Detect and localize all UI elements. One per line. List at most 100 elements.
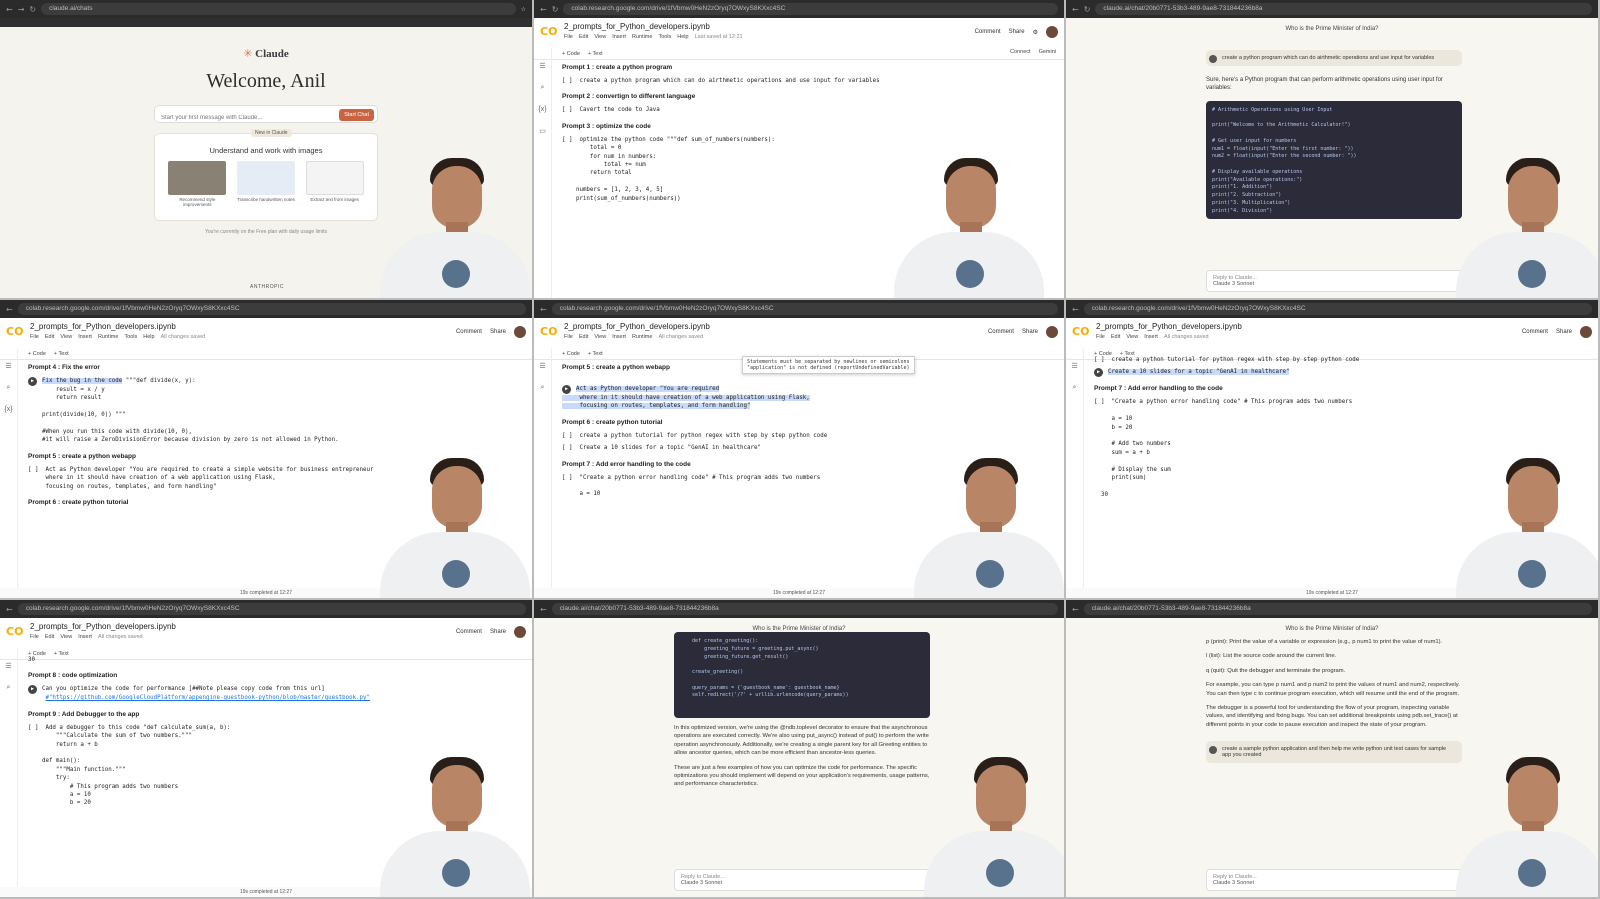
address-bar[interactable]: claude.ai/chat/20b0771-53b3-489-9ae8-731… <box>1083 603 1592 615</box>
toc-icon[interactable]: ☰ <box>0 662 17 670</box>
avatar[interactable] <box>514 326 526 338</box>
folder-icon[interactable]: ▭ <box>534 127 551 135</box>
share-button[interactable]: Share <box>1556 329 1572 335</box>
comment-button[interactable]: Comment <box>988 329 1014 335</box>
chat-title[interactable]: Who is the Prime Minister of India? <box>534 626 1064 632</box>
menu-view[interactable]: View <box>594 334 606 340</box>
menu-edit[interactable]: Edit <box>579 34 588 40</box>
menu-edit[interactable]: Edit <box>45 334 54 340</box>
forward-icon[interactable]: → <box>18 5 25 14</box>
avatar[interactable] <box>1580 326 1592 338</box>
chat-title[interactable]: Who is the Prime Minister of India? <box>1066 626 1598 632</box>
address-bar[interactable]: colab.research.google.com/drive/1fVbmw0H… <box>17 603 526 615</box>
chat-title[interactable]: Who is the Prime Minister of India? <box>1066 26 1598 32</box>
variables-icon[interactable]: {x} <box>534 106 551 113</box>
address-bar[interactable]: claude.ai/chat/20b0771-53b3-489-9ae8-731… <box>1095 3 1592 15</box>
avatar[interactable] <box>514 626 526 638</box>
run-cell-button[interactable]: ▶ <box>28 377 37 386</box>
back-icon[interactable]: ← <box>6 305 13 314</box>
code-cell[interactable]: [ ] Cavert the code to Java <box>562 106 1056 114</box>
gear-icon[interactable]: ⚙ <box>1033 29 1038 36</box>
reload-icon[interactable]: ↻ <box>552 5 559 14</box>
menu-file[interactable]: File <box>30 634 39 640</box>
menu-file[interactable]: File <box>564 34 573 40</box>
menu-insert[interactable]: Insert <box>1144 334 1158 340</box>
menu-runtime[interactable]: Runtime <box>98 334 118 340</box>
address-bar[interactable]: colab.research.google.com/drive/1fVbmw0H… <box>563 3 1058 15</box>
run-cell-button[interactable]: ▶ <box>1094 368 1103 378</box>
search-icon[interactable]: ⌕ <box>534 384 551 392</box>
toc-icon[interactable]: ☰ <box>534 362 551 370</box>
menu-tools[interactable]: Tools <box>658 34 671 40</box>
back-icon[interactable]: ← <box>6 605 13 614</box>
toc-icon[interactable]: ☰ <box>534 62 551 70</box>
github-link[interactable]: #"https://github.com/GoogleCloudPlatform… <box>45 695 370 701</box>
back-icon[interactable]: ← <box>6 5 13 14</box>
code-cell[interactable]: [ ] create a python tutorial for python … <box>562 432 1056 440</box>
menu-edit[interactable]: Edit <box>579 334 588 340</box>
menu-file[interactable]: File <box>1096 334 1105 340</box>
back-icon[interactable]: ← <box>1072 305 1079 314</box>
back-icon[interactable]: ← <box>540 605 547 614</box>
address-bar[interactable]: claude.ai/chats <box>41 3 516 15</box>
back-icon[interactable]: ← <box>540 305 547 314</box>
address-bar[interactable]: claude.ai/chat/20b0771-53b3-489-9ae8-731… <box>551 603 1058 615</box>
toc-icon[interactable]: ☰ <box>1066 362 1083 370</box>
connect-button[interactable]: Connect <box>1010 49 1031 55</box>
variables-icon[interactable]: {x} <box>0 406 17 413</box>
menu-view[interactable]: View <box>60 634 72 640</box>
menu-edit[interactable]: Edit <box>45 634 54 640</box>
search-icon[interactable]: ⌕ <box>0 384 17 392</box>
code-cell[interactable]: [ ] create a python tutorial for python … <box>1094 356 1590 364</box>
code-cell[interactable]: [ ] create a python program which can do… <box>562 77 1056 85</box>
comment-button[interactable]: Comment <box>975 29 1001 35</box>
menu-help[interactable]: Help <box>143 334 154 340</box>
reload-icon[interactable]: ↻ <box>1084 5 1091 14</box>
avatar[interactable] <box>1046 326 1058 338</box>
menu-tools[interactable]: Tools <box>124 334 137 340</box>
avatar[interactable] <box>1046 26 1058 38</box>
run-cell-button[interactable]: ▶ <box>28 685 37 695</box>
menu-runtime[interactable]: Runtime <box>632 334 652 340</box>
menu-runtime[interactable]: Runtime <box>632 34 652 40</box>
thumb-transcribe[interactable]: Transcribe handwritten notes <box>236 161 295 207</box>
address-bar[interactable]: colab.research.google.com/drive/1fVbmw0H… <box>551 303 1058 315</box>
address-bar[interactable]: colab.research.google.com/drive/1fVbmw0H… <box>17 303 526 315</box>
search-icon[interactable]: ⌕ <box>0 684 17 692</box>
search-icon[interactable]: ⌕ <box>1066 384 1083 392</box>
share-button[interactable]: Share <box>490 329 506 335</box>
star-icon[interactable]: ☆ <box>521 6 526 13</box>
menu-view[interactable]: View <box>594 34 606 40</box>
comment-button[interactable]: Comment <box>456 629 482 635</box>
start-chat-button[interactable]: Start Chat <box>339 109 374 121</box>
reply-input[interactable]: Reply to Claude... Claude 3 Sonnet <box>674 869 930 891</box>
menu-view[interactable]: View <box>60 334 72 340</box>
menu-file[interactable]: File <box>564 334 573 340</box>
address-bar[interactable]: colab.research.google.com/drive/1fVbmw0H… <box>1083 303 1592 315</box>
menu-file[interactable]: File <box>30 334 39 340</box>
menu-help[interactable]: Help <box>677 34 688 40</box>
share-button[interactable]: Share <box>1022 329 1038 335</box>
menu-insert[interactable]: Insert <box>612 334 626 340</box>
menu-edit[interactable]: Edit <box>1111 334 1120 340</box>
code-cell[interactable]: ▶ Can you optimize the code for performan… <box>28 685 524 702</box>
menu-view[interactable]: View <box>1126 334 1138 340</box>
share-button[interactable]: Share <box>1009 29 1025 35</box>
code-cell[interactable]: ▶ Fix the bug in the code """def divide(x… <box>28 377 524 445</box>
menu-insert[interactable]: Insert <box>612 34 626 40</box>
chat-input[interactable] <box>161 115 311 121</box>
code-cell[interactable]: ▶ Act as Python developer "You are requir… <box>562 385 1056 411</box>
comment-button[interactable]: Comment <box>456 329 482 335</box>
reply-input[interactable]: Reply to Claude... Claude 3 Sonnet <box>1206 869 1462 891</box>
gemini-button[interactable]: Gemini <box>1039 49 1056 55</box>
reply-input[interactable]: Reply to Claude... Claude 3 Sonnet <box>1206 270 1462 292</box>
thumb-style[interactable]: Recommend style improvements <box>168 161 227 207</box>
menu-insert[interactable]: Insert <box>78 334 92 340</box>
menu-insert[interactable]: Insert <box>78 634 92 640</box>
comment-button[interactable]: Comment <box>1522 329 1548 335</box>
run-cell-button[interactable]: ▶ <box>562 385 571 394</box>
reload-icon[interactable]: ↻ <box>29 5 36 14</box>
share-button[interactable]: Share <box>490 629 506 635</box>
back-icon[interactable]: ← <box>1072 5 1079 14</box>
toc-icon[interactable]: ☰ <box>0 362 17 370</box>
